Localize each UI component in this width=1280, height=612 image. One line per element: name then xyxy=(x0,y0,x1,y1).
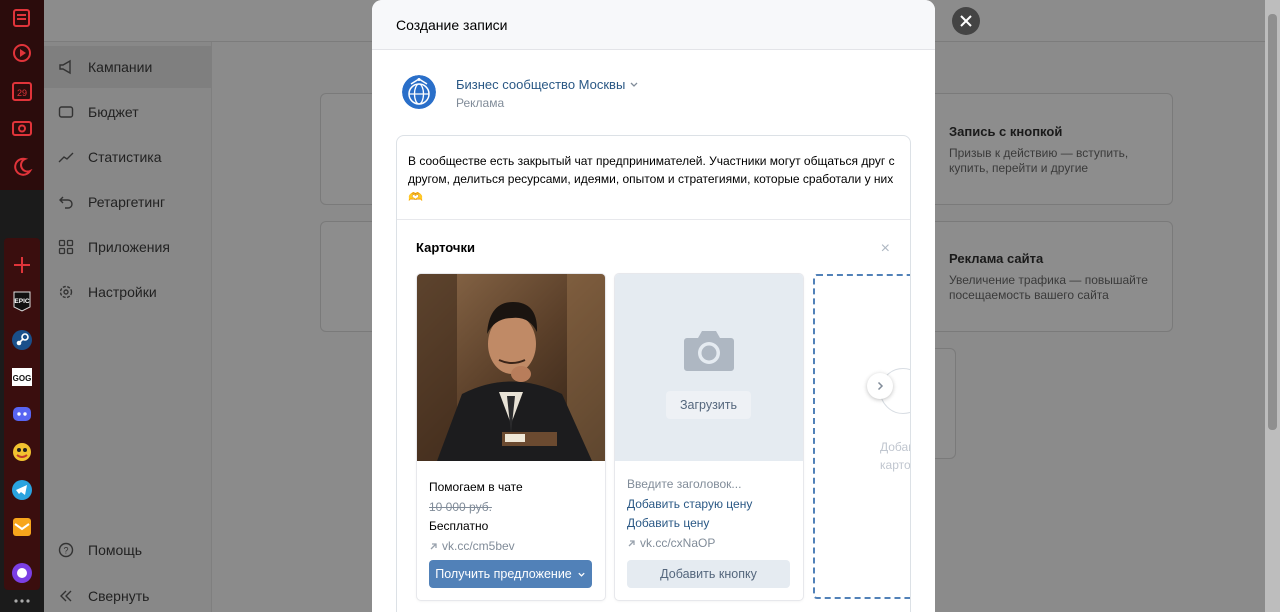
telegram-icon[interactable] xyxy=(9,477,35,503)
carousel-card-1: Помогаем в чате 10 000 руб. Бесплатно vk… xyxy=(417,274,605,600)
sidebar-item-retargeting[interactable]: Ретаргетинг xyxy=(58,181,165,223)
sidebar-item-label: Бюджет xyxy=(88,104,139,120)
link-arrow-icon xyxy=(628,540,635,547)
card-link-text: vk.cc/cm5bev xyxy=(442,538,515,553)
apps-icon xyxy=(58,239,74,255)
add-old-price-link[interactable]: Добавить старую цену xyxy=(627,495,791,515)
scrollbar-thumb[interactable] xyxy=(1268,14,1277,430)
notes-icon[interactable] xyxy=(9,5,35,31)
card-image[interactable] xyxy=(417,274,605,461)
sidebar-item-settings[interactable]: Настройки xyxy=(58,271,157,313)
add-price-link[interactable]: Добавить цену xyxy=(627,514,791,534)
megaphone-icon xyxy=(58,59,74,75)
more-icon[interactable] xyxy=(9,588,35,612)
card-image-placeholder[interactable]: Загрузить xyxy=(615,274,803,461)
sidebar-item-collapse[interactable]: Свернуть xyxy=(58,575,149,612)
create-post-modal: Создание записи Бизнес сообщество Москвы… xyxy=(372,0,935,612)
carousel-card-2: Загрузить Введите заголовок... Добавить … xyxy=(615,274,803,600)
alice-icon[interactable] xyxy=(9,560,35,586)
steam-icon[interactable] xyxy=(9,327,35,353)
format-card-button-post[interactable]: Запись с кнопкой Призыв к действию — вст… xyxy=(924,93,1173,205)
game-icon[interactable] xyxy=(9,439,35,465)
retarget-icon xyxy=(58,194,74,210)
button-label: Получить предложение xyxy=(435,567,572,581)
get-offer-button[interactable]: Получить предложение xyxy=(429,560,592,588)
link-arrow-icon xyxy=(430,543,437,550)
sidebar-item-budget[interactable]: Бюджет xyxy=(58,91,139,133)
epic-games-icon[interactable]: EPIC xyxy=(9,288,35,314)
post-text-input[interactable]: В сообществе есть закрытый чат предприни… xyxy=(397,136,910,220)
add-card-slot[interactable]: Добавить карточку xyxy=(813,274,911,599)
community-name: Бизнес сообщество Москвы xyxy=(456,76,626,92)
card-title-input[interactable]: Введите заголовок... xyxy=(627,475,791,495)
sidebar-item-statistics[interactable]: Статистика xyxy=(58,136,162,178)
add-button-button[interactable]: Добавить кнопку xyxy=(627,560,790,588)
sidebar-item-apps[interactable]: Приложения xyxy=(58,226,170,268)
help-icon: ? xyxy=(58,542,74,558)
format-card-description: Увеличение трафика — повышайте посещаемо… xyxy=(949,273,1148,302)
os-dock: 29 EPIC GOG xyxy=(0,0,44,612)
svg-text:29: 29 xyxy=(17,88,27,98)
calendar-icon[interactable]: 29 xyxy=(9,78,35,104)
format-card-description: Призыв к действию — вступить, купить, пе… xyxy=(949,146,1129,175)
close-icon xyxy=(960,15,972,27)
format-card-site-ad[interactable]: Реклама сайта Увеличение трафика — повыш… xyxy=(924,221,1173,332)
sidebar-item-help[interactable]: ? Помощь xyxy=(58,529,142,571)
svg-text:?: ? xyxy=(63,546,68,556)
play-icon[interactable] xyxy=(9,40,35,66)
community-selector[interactable]: Бизнес сообщество Москвы xyxy=(456,75,639,93)
card-price[interactable]: Бесплатно xyxy=(429,517,593,537)
camera-icon xyxy=(684,331,734,371)
svg-text:GOG: GOG xyxy=(13,374,32,383)
sidebar-item-label: Приложения xyxy=(88,239,170,255)
sidebar-item-label: Статистика xyxy=(88,149,162,165)
add-card-label: Добавить карточку xyxy=(880,440,911,472)
modal-title: Создание записи xyxy=(396,16,508,33)
discord-icon[interactable] xyxy=(9,401,35,427)
chevron-down-icon xyxy=(578,572,585,577)
collapse-label: Свернуть xyxy=(88,588,150,604)
sidebar-item-label: Ретаргетинг xyxy=(88,194,166,210)
help-label: Помощь xyxy=(88,542,143,558)
post-type-label: Реклама xyxy=(456,96,505,110)
gear-icon xyxy=(58,284,74,300)
modal-close-button[interactable] xyxy=(952,7,980,35)
plus-icon[interactable] xyxy=(9,252,35,278)
gog-icon[interactable]: GOG xyxy=(9,364,35,390)
card-title[interactable]: Помогаем в чате xyxy=(429,478,593,498)
format-card-title: Запись с кнопкой xyxy=(949,124,1063,139)
format-card-left-2[interactable] xyxy=(320,221,380,332)
mail-icon[interactable] xyxy=(9,514,35,540)
carousel-next-button[interactable] xyxy=(867,373,893,399)
modal-header: Создание записи xyxy=(372,0,935,50)
card-link-text: vk.cc/cxNaOP xyxy=(640,535,716,550)
post-editor: В сообществе есть закрытый чат предприни… xyxy=(396,135,911,612)
card-old-price[interactable]: 10 000 руб. xyxy=(429,498,593,518)
sidebar-item-label: Настройки xyxy=(88,284,157,300)
cards-remove-button[interactable]: × xyxy=(881,240,890,258)
format-card-title: Реклама сайта xyxy=(949,251,1044,266)
chevron-down-icon xyxy=(630,82,638,87)
community-avatar[interactable] xyxy=(402,75,436,109)
cards-section-title: Карточки xyxy=(416,240,475,255)
sidebar-item-campaigns[interactable]: Кампании xyxy=(58,46,152,88)
format-card-left-1[interactable] xyxy=(320,93,380,205)
card-link[interactable]: vk.cc/cm5bev xyxy=(429,537,593,557)
svg-text:EPIC: EPIC xyxy=(14,298,29,305)
cast-icon[interactable] xyxy=(9,116,35,142)
wallet-icon xyxy=(58,104,74,120)
sidebar-item-label: Кампании xyxy=(88,59,153,75)
page-scrollbar[interactable] xyxy=(1265,0,1280,612)
chevron-right-icon xyxy=(877,381,884,391)
sidebar: Кампании Бюджет Статистика Ретаргетинг П… xyxy=(44,42,212,612)
post-author: Бизнес сообщество Москвы Реклама xyxy=(402,75,639,110)
double-chevron-left-icon xyxy=(58,588,74,604)
chart-icon xyxy=(58,149,74,165)
moon-icon[interactable] xyxy=(9,154,35,180)
card-link[interactable]: vk.cc/cxNaOP xyxy=(627,534,791,554)
upload-button[interactable]: Загрузить xyxy=(666,391,751,419)
